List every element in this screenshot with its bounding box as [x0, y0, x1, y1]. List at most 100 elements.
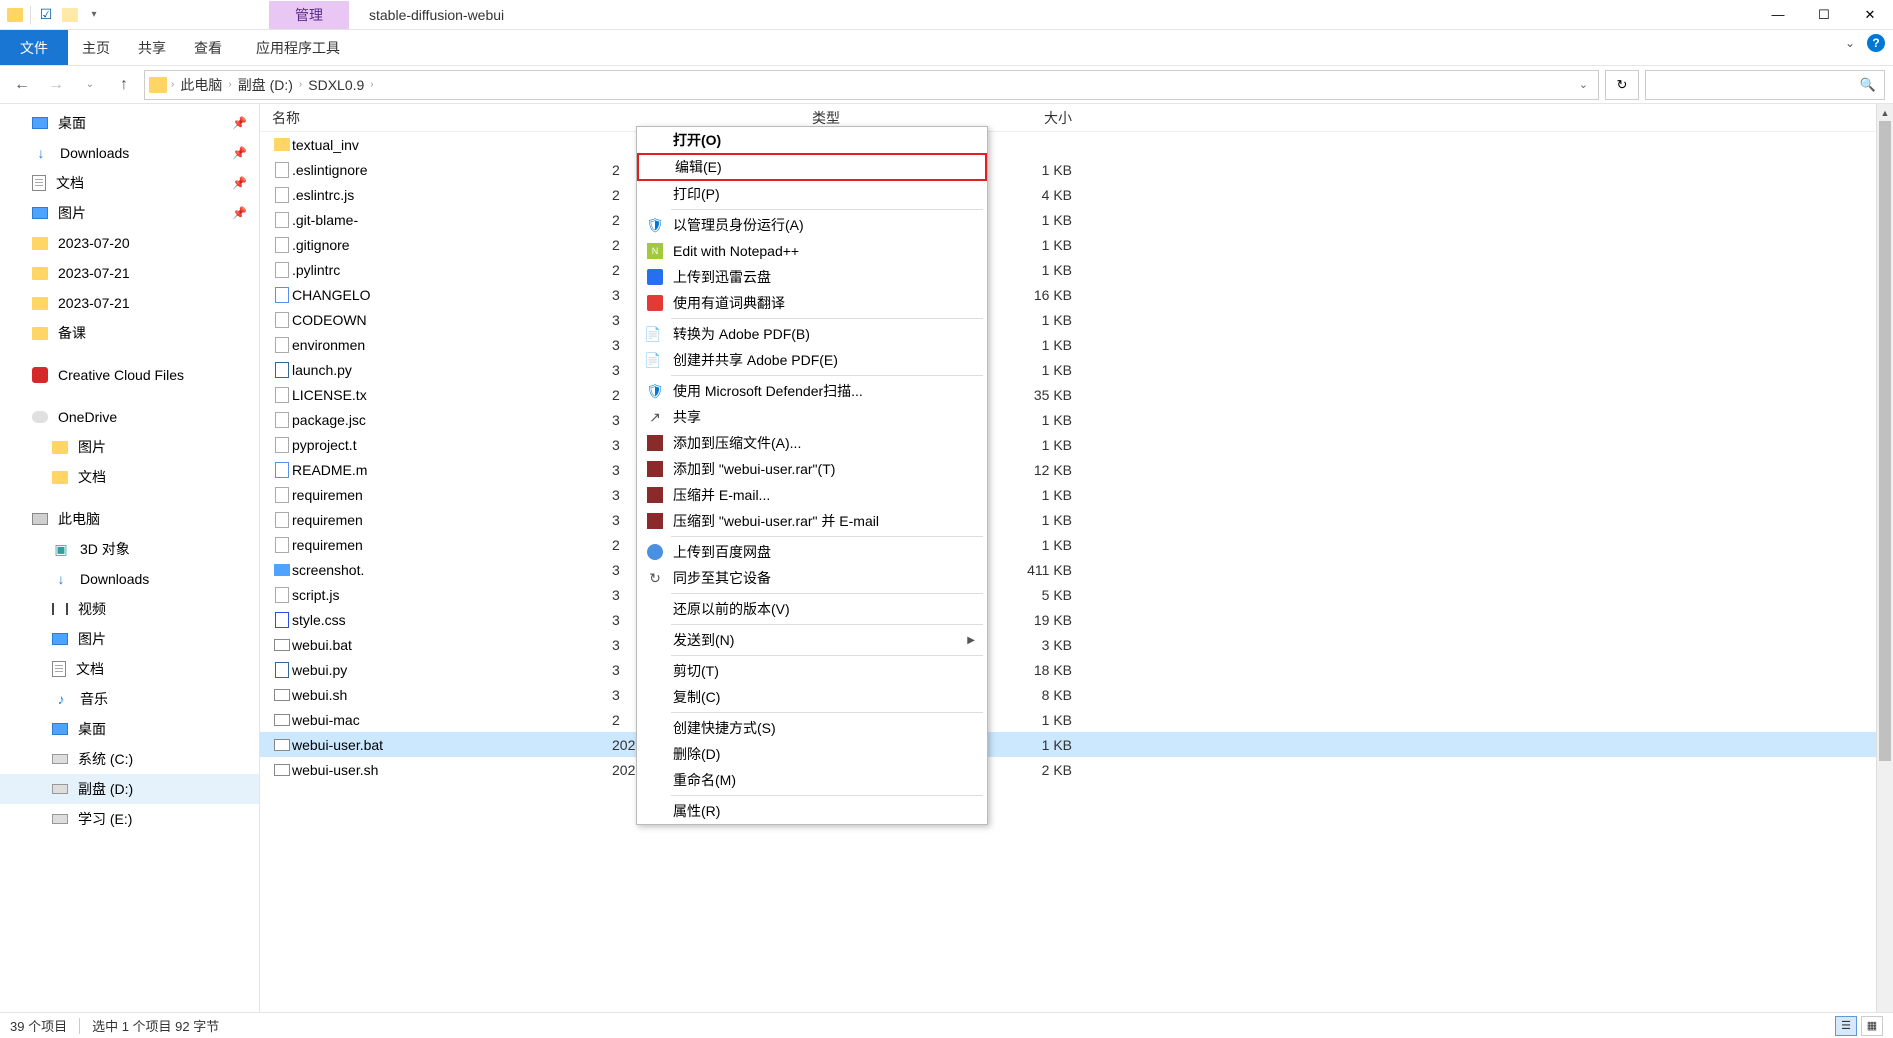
context-menu-item[interactable]: 删除(D)	[637, 741, 987, 767]
sidebar-item[interactable]: OneDrive	[0, 402, 259, 432]
context-menu-item[interactable]: 添加到 "webui-user.rar"(T)	[637, 456, 987, 482]
file-row[interactable]: requiremen3文本文档1 KB	[260, 507, 1893, 532]
file-row[interactable]: .eslintignore2ESLINTIGNORE 文件1 KB	[260, 157, 1893, 182]
context-menu-item[interactable]: 编辑(E)	[637, 153, 987, 181]
file-row[interactable]: webui.sh3SH 文件8 KB	[260, 682, 1893, 707]
context-menu-item[interactable]: 压缩到 "webui-user.rar" 并 E-mail	[637, 508, 987, 534]
scroll-up-icon[interactable]: ▲	[1877, 104, 1893, 121]
sidebar-item[interactable]: 图片	[0, 432, 259, 462]
ribbon-app-tools-tab[interactable]: 应用程序工具	[242, 30, 354, 65]
context-menu-item[interactable]: 属性(R)	[637, 798, 987, 824]
sidebar-item[interactable]: 文档📌	[0, 168, 259, 198]
large-icons-view-icon[interactable]: ▦	[1861, 1016, 1883, 1036]
file-row[interactable]: environmen3YAML 文件1 KB	[260, 332, 1893, 357]
context-menu-item[interactable]: 发送到(N)▶	[637, 627, 987, 653]
scroll-thumb[interactable]	[1879, 121, 1891, 761]
file-row[interactable]: style.css3层叠样式表文档19 KB	[260, 607, 1893, 632]
ribbon-file-tab[interactable]: 文件	[0, 30, 68, 65]
column-size-header[interactable]: 大小	[972, 108, 1072, 128]
context-menu-item[interactable]: ↻同步至其它设备	[637, 565, 987, 591]
file-row[interactable]: .gitignore2文本文档1 KB	[260, 232, 1893, 257]
sidebar-item[interactable]: 文档	[0, 462, 259, 492]
breadcrumb-pc[interactable]: 此电脑	[178, 75, 224, 95]
context-menu-item[interactable]: 打印(P)	[637, 181, 987, 207]
file-row[interactable]: textual_inv文件夹	[260, 132, 1893, 157]
address-box[interactable]: › 此电脑 › 副盘 (D:) › SDXL0.9 › ⌄	[144, 70, 1599, 100]
chevron-right-icon[interactable]: ›	[171, 79, 174, 90]
sidebar-item[interactable]: 2023-07-20	[0, 228, 259, 258]
context-menu-item[interactable]: NEdit with Notepad++	[637, 238, 987, 264]
file-row[interactable]: webui.py3Python File18 KB	[260, 657, 1893, 682]
file-row[interactable]: webui.bat3Windows 批处理文件3 KB	[260, 632, 1893, 657]
context-menu-item[interactable]: 上传到百度网盘	[637, 539, 987, 565]
context-menu-item[interactable]: 重命名(M)	[637, 767, 987, 793]
search-input[interactable]: 🔍	[1645, 70, 1885, 100]
sidebar-item[interactable]: 图片	[0, 624, 259, 654]
up-button[interactable]: ↑	[110, 71, 138, 99]
sidebar-item[interactable]: ↓Downloads	[0, 564, 259, 594]
file-row[interactable]: LICENSE.tx2文本文档35 KB	[260, 382, 1893, 407]
ribbon-share-tab[interactable]: 共享	[124, 30, 180, 65]
context-menu-item[interactable]: 🛡以管理员身份运行(A)	[637, 212, 987, 238]
ribbon-home-tab[interactable]: 主页	[68, 30, 124, 65]
file-row[interactable]: .git-blame-2GIT-BLAME-IGNOR...1 KB	[260, 207, 1893, 232]
file-row[interactable]: package.jsc3JSON 文件1 KB	[260, 407, 1893, 432]
back-button[interactable]: ←	[8, 71, 36, 99]
ribbon-view-tab[interactable]: 查看	[180, 30, 236, 65]
context-menu-item[interactable]: 剪切(T)	[637, 658, 987, 684]
forward-button[interactable]: →	[42, 71, 70, 99]
help-icon[interactable]: ?	[1867, 34, 1885, 52]
context-menu-item[interactable]: 🛡使用 Microsoft Defender扫描...	[637, 378, 987, 404]
sidebar-item[interactable]: 系统 (C:)	[0, 744, 259, 774]
file-row[interactable]: README.m3MD 文件12 KB	[260, 457, 1893, 482]
file-row[interactable]: .pylintrc2PYLINTRC 文件1 KB	[260, 257, 1893, 282]
context-menu-item[interactable]: 添加到压缩文件(A)...	[637, 430, 987, 456]
context-menu-item[interactable]: 还原以前的版本(V)	[637, 596, 987, 622]
context-menu-item[interactable]: 复制(C)	[637, 684, 987, 710]
file-row[interactable]: script.js3JavaScript 文件5 KB	[260, 582, 1893, 607]
addr-dropdown-icon[interactable]: ⌄	[1579, 78, 1588, 91]
vertical-scrollbar[interactable]: ▲	[1876, 104, 1893, 1012]
context-menu-item[interactable]: 创建快捷方式(S)	[637, 715, 987, 741]
sidebar-item[interactable]: ♪音乐	[0, 684, 259, 714]
sidebar-item[interactable]: 桌面	[0, 714, 259, 744]
file-row[interactable]: .eslintrc.js2JavaScript 文件4 KB	[260, 182, 1893, 207]
sidebar-item[interactable]: 视频	[0, 594, 259, 624]
chevron-right-icon[interactable]: ›	[228, 79, 231, 90]
sidebar-item[interactable]: 图片📌	[0, 198, 259, 228]
manage-contextual-tab[interactable]: 管理	[269, 1, 349, 29]
file-row[interactable]: screenshot.3PNG 文件411 KB	[260, 557, 1893, 582]
chevron-right-icon[interactable]: ›	[370, 79, 373, 90]
qat-dropdown-icon[interactable]: ▾	[85, 6, 103, 24]
properties-icon[interactable]: ☑	[37, 6, 55, 24]
recent-dropdown-icon[interactable]: ⌄	[76, 71, 104, 99]
sidebar-item[interactable]: Creative Cloud Files	[0, 360, 259, 390]
maximize-button[interactable]: ☐	[1801, 0, 1847, 30]
sidebar-item[interactable]: 2023-07-21	[0, 258, 259, 288]
context-menu-item[interactable]: 压缩并 E-mail...	[637, 482, 987, 508]
sidebar-item[interactable]: 桌面📌	[0, 108, 259, 138]
context-menu-item[interactable]: 打开(O)	[637, 127, 987, 153]
ribbon-collapse-icon[interactable]: ⌄	[1845, 36, 1855, 50]
sidebar-item[interactable]: 备课	[0, 318, 259, 348]
file-row[interactable]: webui-user.sh2023/7/22 12:42SH 文件2 KB	[260, 757, 1893, 782]
file-row[interactable]: CHANGELO3MD 文件16 KB	[260, 282, 1893, 307]
sidebar-item[interactable]: 2023-07-21	[0, 288, 259, 318]
context-menu-item[interactable]: 📄转换为 Adobe PDF(B)	[637, 321, 987, 347]
column-name-header[interactable]: 名称	[272, 108, 612, 128]
breadcrumb-disk[interactable]: 副盘 (D:)	[236, 75, 295, 95]
sidebar-item[interactable]: 学习 (E:)	[0, 804, 259, 834]
sidebar-item[interactable]: 此电脑	[0, 504, 259, 534]
file-row[interactable]: requiremen2文本文档1 KB	[260, 532, 1893, 557]
new-folder-icon[interactable]	[61, 6, 79, 24]
column-type-header[interactable]: 类型	[812, 108, 972, 128]
file-row[interactable]: pyproject.t3Toml 源文件1 KB	[260, 432, 1893, 457]
context-menu-item[interactable]: 上传到迅雷云盘	[637, 264, 987, 290]
sidebar-item[interactable]: 文档	[0, 654, 259, 684]
file-row[interactable]: requiremen3文本文档1 KB	[260, 482, 1893, 507]
breadcrumb-folder[interactable]: SDXL0.9	[306, 77, 366, 93]
sidebar-item[interactable]: ↓Downloads📌	[0, 138, 259, 168]
sidebar-item[interactable]: 副盘 (D:)	[0, 774, 259, 804]
context-menu-item[interactable]: 📄创建并共享 Adobe PDF(E)	[637, 347, 987, 373]
file-row[interactable]: launch.py3Python File1 KB	[260, 357, 1893, 382]
